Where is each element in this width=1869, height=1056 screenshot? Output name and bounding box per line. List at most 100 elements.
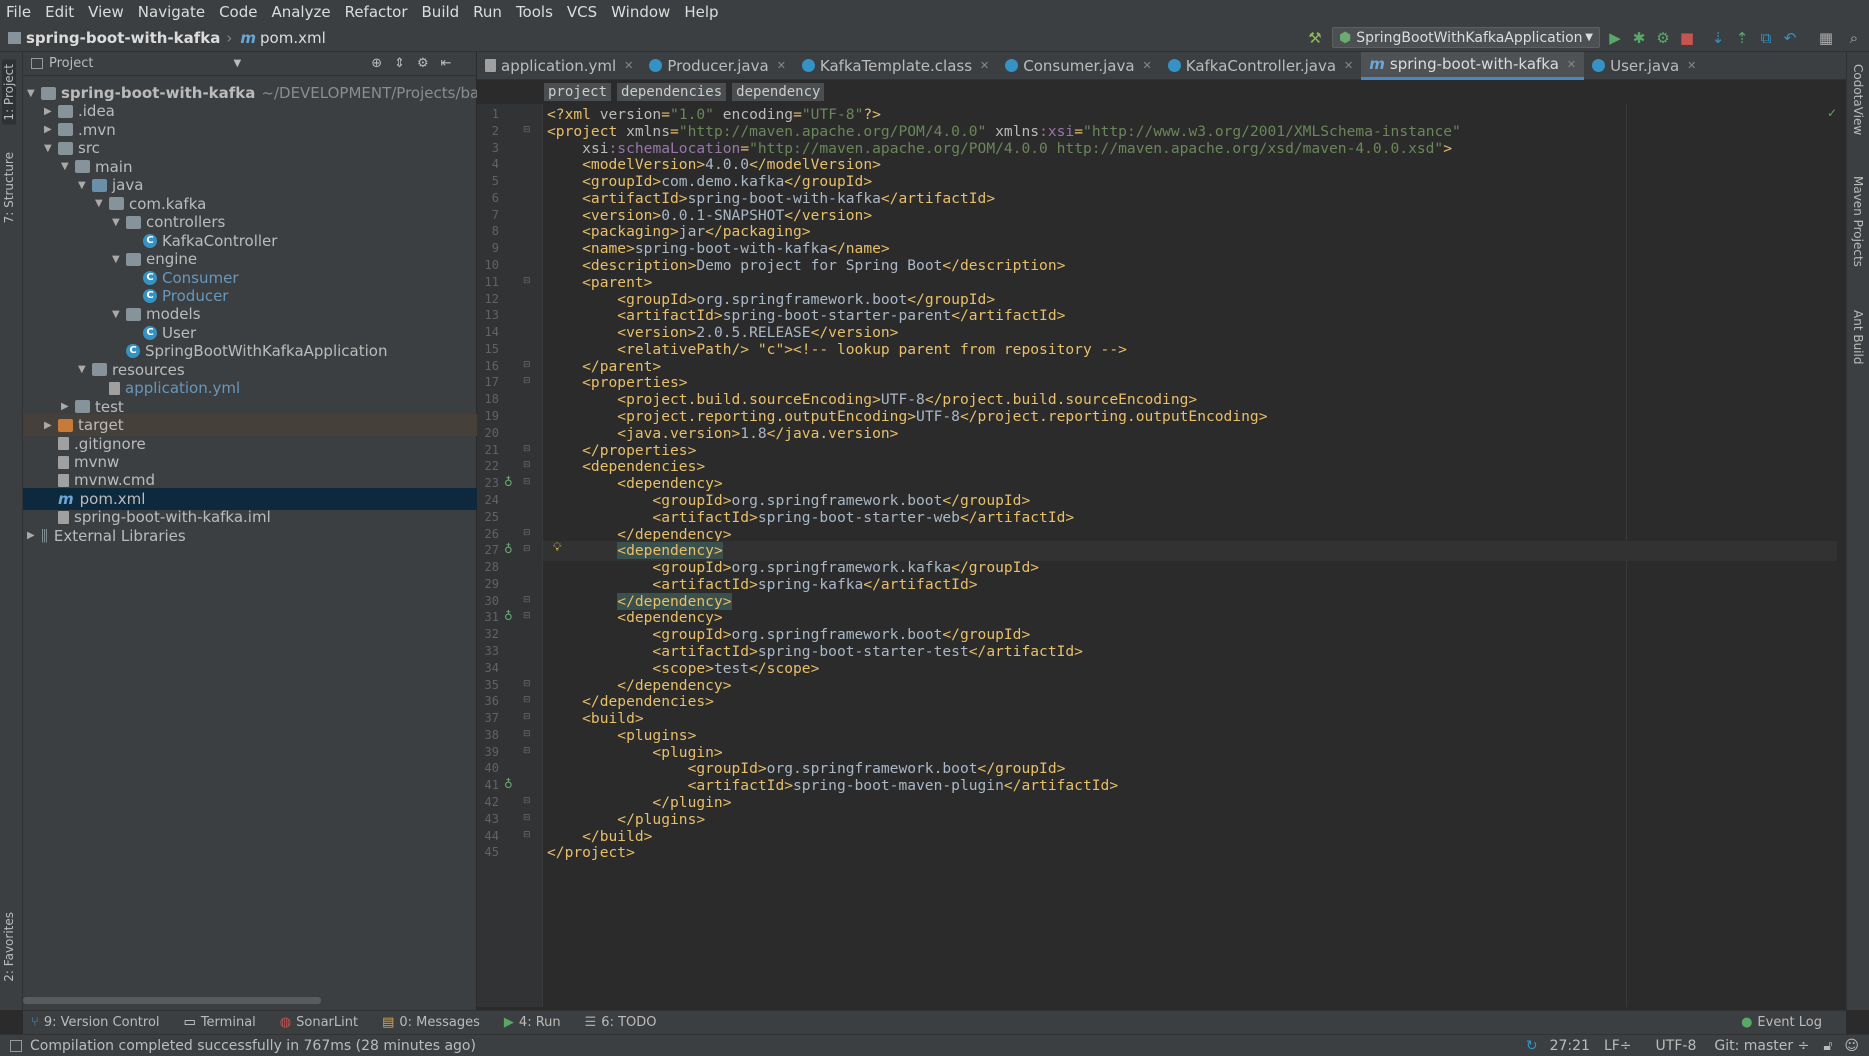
expanded-arrow-icon[interactable]: ▼ xyxy=(78,180,92,191)
vcs-commit-icon[interactable]: ⇡ xyxy=(1733,29,1751,47)
fold-icon[interactable]: ⊟ xyxy=(523,796,531,806)
expanded-arrow-icon[interactable]: ▼ xyxy=(112,309,126,320)
collapsed-arrow-icon[interactable]: ▶ xyxy=(44,420,58,431)
menu-code[interactable]: Code xyxy=(219,3,257,21)
spring-bean-icon[interactable]: ♁ xyxy=(504,609,513,623)
stop-icon[interactable]: ■ xyxy=(1678,29,1696,47)
fold-icon[interactable]: ⊟ xyxy=(523,712,531,722)
fold-icon[interactable]: ⊟ xyxy=(523,125,531,135)
menu-file[interactable]: File xyxy=(6,3,31,21)
expanded-arrow-icon[interactable]: ▼ xyxy=(61,161,75,172)
fold-icon[interactable]: ⊟ xyxy=(523,528,531,538)
vcs-history-icon[interactable]: ⧉ xyxy=(1757,29,1775,47)
project-structure-icon[interactable]: ▦ xyxy=(1817,29,1835,47)
chevron-down-icon[interactable]: ▼ xyxy=(233,58,241,69)
caret-position[interactable]: 27:21 xyxy=(1550,1038,1590,1054)
collapsed-arrow-icon[interactable]: ▶ xyxy=(44,124,58,135)
tree-item[interactable]: ▶ ⫼ External Libraries xyxy=(27,525,186,547)
fold-icon[interactable]: ⊟ xyxy=(523,544,531,554)
spring-bean-icon[interactable]: ♁ xyxy=(504,542,513,556)
editor-tab[interactable]: Consumer.java ✕ xyxy=(997,52,1160,80)
nav-project-crumb[interactable]: spring-boot-with-kafka xyxy=(8,29,220,47)
run-icon[interactable]: ▶ xyxy=(1606,29,1624,47)
event-log[interactable]: ● Event Log xyxy=(1741,1015,1822,1030)
editor-tab[interactable]: application.yml ✕ xyxy=(477,52,641,80)
inspector-icon[interactable]: ☺ xyxy=(1844,1038,1859,1054)
fold-icon[interactable]: ⊟ xyxy=(523,444,531,454)
tool-tab-codota[interactable]: CodotaView xyxy=(1851,64,1865,135)
status-icon[interactable] xyxy=(10,1039,22,1052)
expanded-arrow-icon[interactable]: ▼ xyxy=(44,143,58,154)
expanded-arrow-icon[interactable]: ▼ xyxy=(95,198,109,209)
gear-icon[interactable]: ⚙ xyxy=(417,56,429,71)
fold-icon[interactable]: ⊟ xyxy=(523,679,531,689)
revert-icon[interactable]: ↶ xyxy=(1781,29,1799,47)
close-icon[interactable]: ✕ xyxy=(777,59,786,72)
menu-help[interactable]: Help xyxy=(684,3,718,21)
close-icon[interactable]: ✕ xyxy=(1687,59,1696,72)
editor-tab[interactable]: User.java ✕ xyxy=(1584,52,1704,80)
tool-window-terminal[interactable]: ▭ Terminal xyxy=(184,1015,256,1030)
fold-icon[interactable]: ⊟ xyxy=(523,830,531,840)
spring-bean-icon[interactable]: ♁ xyxy=(504,475,513,489)
fold-icon[interactable]: ⊟ xyxy=(523,729,531,739)
fold-icon[interactable]: ⊟ xyxy=(523,376,531,386)
tool-tab-project[interactable]: 1: Project xyxy=(2,60,16,125)
tool-tab-structure[interactable]: 7: Structure xyxy=(2,152,16,223)
menu-view[interactable]: View xyxy=(88,3,124,21)
close-icon[interactable]: ✕ xyxy=(980,59,989,72)
expanded-arrow-icon[interactable]: ▼ xyxy=(27,88,41,99)
run-config-select[interactable]: ⬢ SpringBootWithKafkaApplication ▼ xyxy=(1332,27,1600,48)
menu-window[interactable]: Window xyxy=(611,3,670,21)
code-editor[interactable]: <?xml version="1.0" encoding="UTF-8"?> <p… xyxy=(543,104,1837,1007)
close-icon[interactable]: ✕ xyxy=(1344,59,1353,72)
build-icon[interactable]: ⚒ xyxy=(1306,29,1324,47)
git-branch[interactable]: Git: master ÷ xyxy=(1714,1038,1809,1054)
fold-icon[interactable]: ⊟ xyxy=(523,611,531,621)
fold-icon[interactable]: ⊟ xyxy=(523,477,531,487)
expanded-arrow-icon[interactable]: ▼ xyxy=(112,217,126,228)
menu-build[interactable]: Build xyxy=(422,3,460,21)
fold-icon[interactable]: ⊟ xyxy=(523,460,531,470)
fold-icon[interactable]: ⊟ xyxy=(523,746,531,756)
line-separator[interactable]: LF÷ xyxy=(1604,1038,1632,1054)
fold-icon[interactable]: ⊟ xyxy=(523,813,531,823)
fold-icon[interactable]: ⊟ xyxy=(523,360,531,370)
intention-bulb-icon[interactable]: 💡︎ xyxy=(553,540,561,555)
vcs-update-icon[interactable]: ⇣ xyxy=(1709,29,1727,47)
menu-run[interactable]: Run xyxy=(473,3,502,21)
file-encoding[interactable]: UTF-8 xyxy=(1656,1038,1697,1054)
editor-tab[interactable]: KafkaTemplate.class ✕ xyxy=(794,52,997,80)
tool-window-9-version-control[interactable]: ⑂ 9: Version Control xyxy=(31,1015,160,1030)
nav-file-crumb[interactable]: m pom.xml xyxy=(240,29,325,47)
debug-icon[interactable]: ✱ xyxy=(1630,29,1648,47)
lock-icon[interactable]: 🔓︎ xyxy=(1823,1038,1832,1054)
tool-tab-maven[interactable]: Maven Projects xyxy=(1851,176,1865,267)
tool-tab-ant[interactable]: Ant Build xyxy=(1851,310,1865,364)
spring-bean-icon[interactable]: ♁ xyxy=(504,777,513,791)
tool-window-4-run[interactable]: ▶ 4: Run xyxy=(504,1015,561,1030)
collapse-all-icon[interactable]: ⇕ xyxy=(394,56,405,71)
scroll-from-source-icon[interactable]: ⊕ xyxy=(371,56,382,71)
close-icon[interactable]: ✕ xyxy=(624,59,633,72)
hide-icon[interactable]: ⇤ xyxy=(441,56,452,71)
editor-tab[interactable]: m spring-boot-with-kafka ✕ xyxy=(1361,51,1585,80)
fold-icon[interactable]: ⊟ xyxy=(523,695,531,705)
breadcrumb-item[interactable]: dependencies xyxy=(617,83,727,101)
collapsed-arrow-icon[interactable]: ▶ xyxy=(44,106,58,117)
expanded-arrow-icon[interactable]: ▼ xyxy=(112,254,126,265)
menu-vcs[interactable]: VCS xyxy=(567,3,597,21)
collapsed-arrow-icon[interactable]: ▶ xyxy=(61,401,75,412)
tool-window-sonarlint[interactable]: ◍ SonarLint xyxy=(280,1015,358,1030)
breadcrumb-item[interactable]: project xyxy=(544,83,612,101)
menu-navigate[interactable]: Navigate xyxy=(138,3,205,21)
menu-edit[interactable]: Edit xyxy=(45,3,74,21)
close-icon[interactable]: ✕ xyxy=(1567,58,1576,71)
expanded-arrow-icon[interactable]: ▼ xyxy=(78,364,92,375)
project-panel-title[interactable]: Project xyxy=(49,56,93,71)
horizontal-scrollbar[interactable] xyxy=(23,997,321,1004)
menu-refactor[interactable]: Refactor xyxy=(345,3,408,21)
fold-icon[interactable]: ⊟ xyxy=(523,276,531,286)
menu-analyze[interactable]: Analyze xyxy=(271,3,330,21)
tool-window-6-todo[interactable]: ☰ 6: TODO xyxy=(585,1015,657,1030)
